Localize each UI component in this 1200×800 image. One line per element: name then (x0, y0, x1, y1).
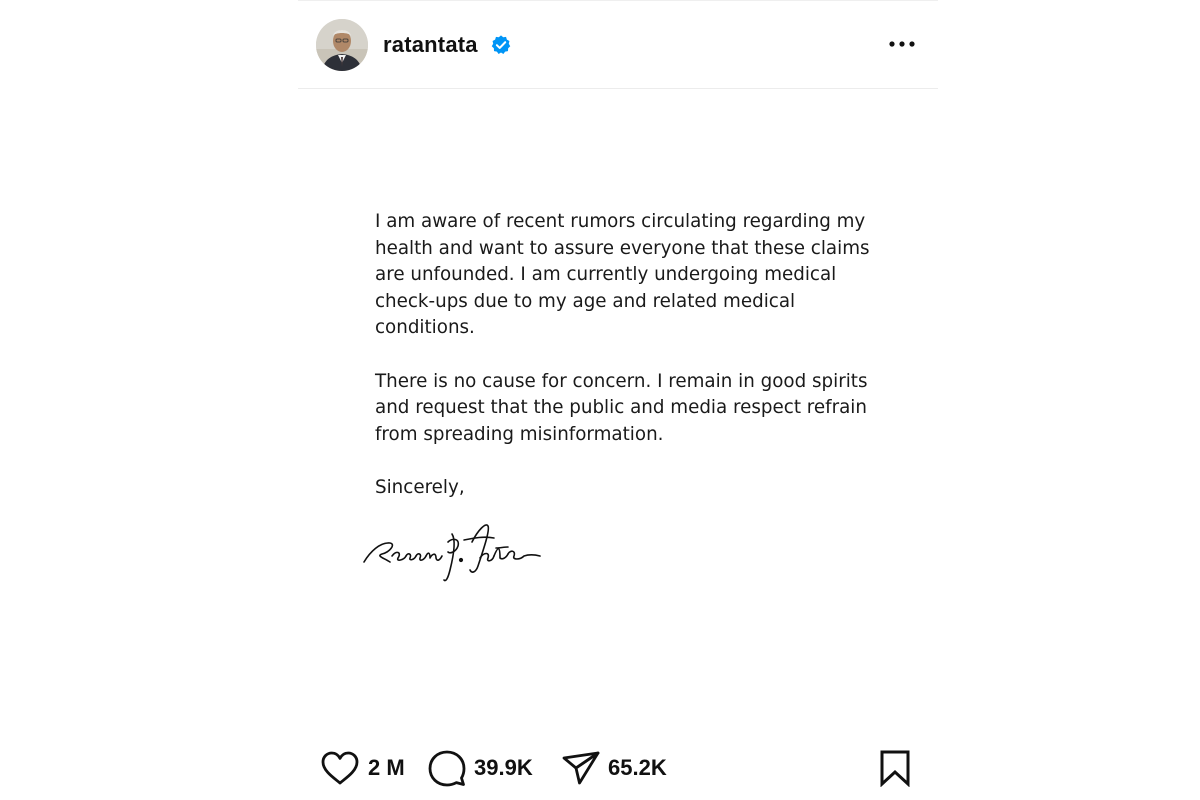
share-count: 65.2K (608, 755, 667, 780)
action-bar: 2 M 39.9K 65.2K (298, 744, 938, 792)
heart-icon (321, 751, 359, 785)
verified-badge-icon (491, 35, 511, 54)
share-button[interactable]: 65.2K (562, 744, 667, 792)
paper-plane-icon (562, 751, 600, 785)
like-count: 2 M (368, 755, 405, 780)
bookmark-icon[interactable] (876, 749, 914, 787)
handwritten-signature (363, 524, 541, 582)
like-button[interactable]: 2 M (320, 744, 405, 792)
more-options-icon[interactable] (884, 30, 920, 58)
comment-count: 39.9K (474, 755, 533, 780)
post-header: ratantata (298, 0, 938, 89)
instagram-post: ratantata I am aware of recent rumors ci… (298, 0, 938, 800)
letter-paragraph-2: There is no cause for concern. I remain … (375, 370, 868, 445)
letter-paragraph-1: I am aware of recent rumors circulating … (375, 211, 870, 339)
avatar[interactable] (316, 19, 368, 71)
username[interactable]: ratantata (383, 31, 478, 59)
comment-bubble-icon (428, 750, 466, 787)
profile-photo (316, 19, 368, 71)
letter-body: I am aware of recent rumors circulating … (375, 209, 895, 528)
comment-button[interactable]: 39.9K (428, 744, 533, 792)
letter-closing: Sincerely, (375, 476, 465, 498)
